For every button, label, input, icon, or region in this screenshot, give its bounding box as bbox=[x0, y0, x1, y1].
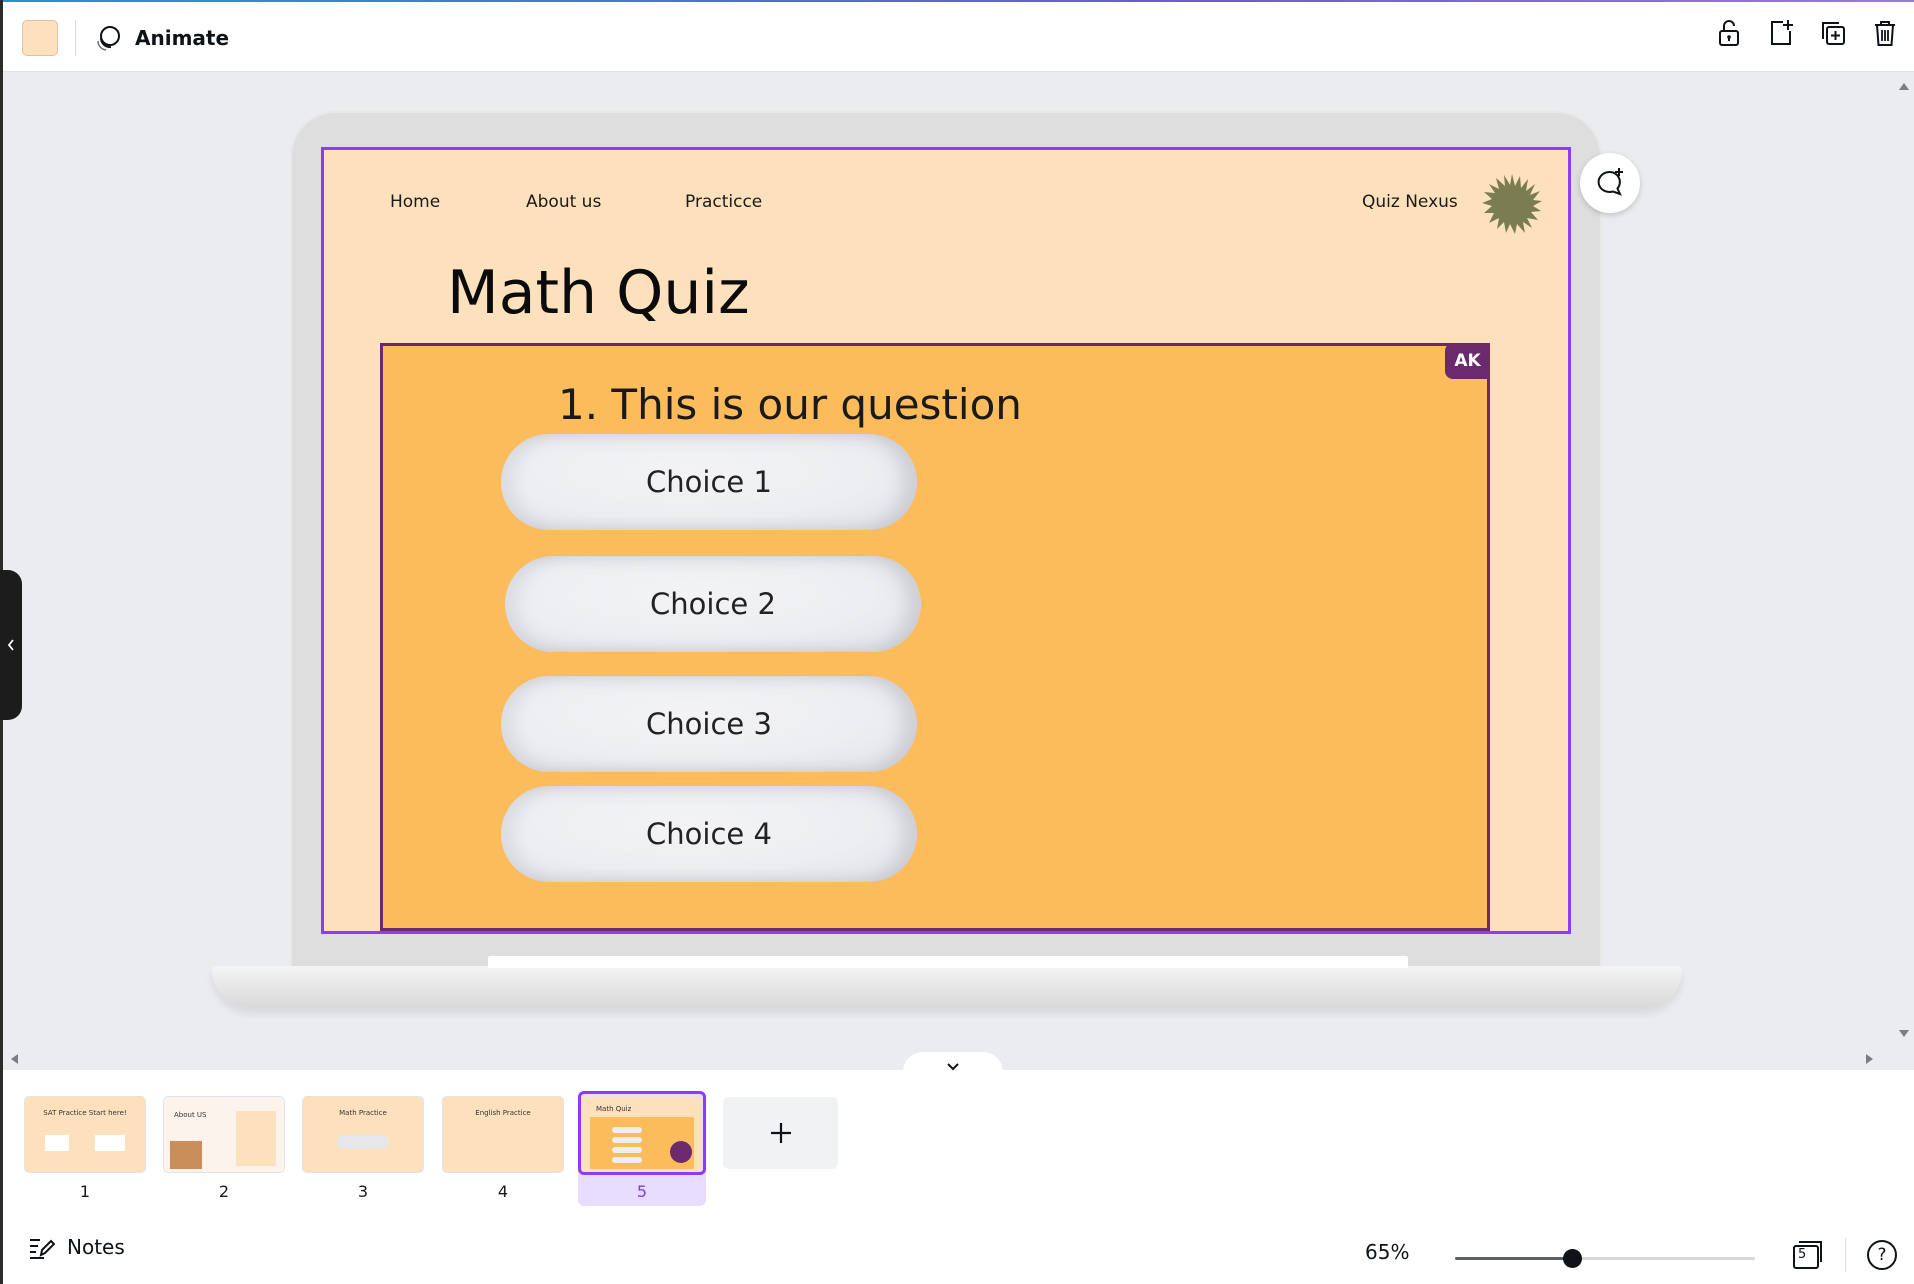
page-count-button[interactable]: 5 bbox=[1791, 1239, 1825, 1271]
add-page-button[interactable] bbox=[723, 1097, 838, 1169]
vertical-scrollbar[interactable] bbox=[1893, 73, 1914, 1045]
page-number-4: 4 bbox=[497, 1182, 509, 1201]
quiz-panel[interactable]: AK 1. This is our question Choice 1 Choi… bbox=[380, 343, 1490, 931]
zoom-level[interactable]: 65% bbox=[1365, 1240, 1409, 1264]
nav-about-us[interactable]: About us bbox=[526, 192, 601, 212]
thumbnail-card bbox=[45, 1135, 69, 1151]
animate-button[interactable]: Animate bbox=[95, 18, 229, 58]
editor-footer: Notes 65% 5 ? bbox=[3, 1220, 1914, 1284]
help-button[interactable]: ? bbox=[1867, 1240, 1897, 1270]
page-thumbnail-4[interactable]: English Practice bbox=[443, 1097, 563, 1172]
thumbnail-image bbox=[170, 1141, 202, 1169]
animate-label: Animate bbox=[135, 26, 230, 50]
duplicate-icon[interactable] bbox=[1816, 16, 1850, 50]
unlock-icon[interactable] bbox=[1712, 16, 1746, 50]
brand-name: Quiz Nexus bbox=[1362, 192, 1458, 212]
nav-practice[interactable]: Practicce bbox=[685, 192, 762, 212]
chevron-left-icon bbox=[7, 639, 14, 651]
thumbnail-title: SAT Practice Start here! bbox=[43, 1109, 127, 1117]
page-thumbnail-2[interactable]: About US bbox=[164, 1097, 284, 1172]
thumbnail-card bbox=[95, 1135, 125, 1151]
plus-icon bbox=[770, 1123, 791, 1143]
background-color-swatch[interactable] bbox=[22, 20, 58, 56]
zoom-slider-handle[interactable] bbox=[1563, 1249, 1582, 1268]
selected-page-border bbox=[578, 1091, 706, 1175]
choice-2-button[interactable]: Choice 2 bbox=[505, 556, 921, 652]
laptop-mockup-base bbox=[212, 966, 1682, 1008]
notes-button[interactable]: Notes bbox=[27, 1234, 125, 1260]
notes-label: Notes bbox=[67, 1235, 125, 1259]
question-text: 1. This is our question bbox=[558, 380, 1022, 429]
page-thumbnail-3[interactable]: Math Practice bbox=[303, 1097, 423, 1172]
app-window: Animate Home About us Practicce Quiz Nex… bbox=[0, 0, 1914, 1284]
page-thumbnail-1[interactable]: SAT Practice Start here! bbox=[25, 1097, 145, 1172]
editor-toolbar: Animate bbox=[3, 2, 1914, 72]
nav-home[interactable]: Home bbox=[390, 192, 440, 212]
design-page[interactable]: Home About us Practicce Quiz Nexus Math … bbox=[321, 147, 1571, 934]
collaborator-badge: AK bbox=[1445, 343, 1490, 379]
zoom-slider[interactable] bbox=[1455, 1249, 1755, 1268]
animate-icon bbox=[97, 26, 120, 51]
toolbar-separator bbox=[75, 20, 76, 56]
add-comment-button[interactable] bbox=[1580, 153, 1640, 213]
comment-add-icon bbox=[1597, 168, 1623, 196]
page-number-1: 1 bbox=[79, 1182, 91, 1201]
choice-4-button[interactable]: Choice 4 bbox=[501, 786, 917, 882]
thumbnail-column bbox=[236, 1111, 276, 1166]
footer-separator bbox=[1845, 1238, 1846, 1272]
scroll-left-arrow[interactable] bbox=[11, 1054, 18, 1064]
thumbnail-title: Math Practice bbox=[339, 1109, 387, 1117]
collapse-side-panel-button[interactable] bbox=[0, 570, 22, 720]
zoom-slider-fill bbox=[1455, 1257, 1572, 1260]
laptop-mockup-notch bbox=[488, 956, 1408, 968]
choice-3-button[interactable]: Choice 3 bbox=[501, 676, 917, 772]
thumbnail-title: English Practice bbox=[475, 1109, 531, 1117]
page-number-3: 3 bbox=[357, 1182, 369, 1201]
scroll-down-arrow[interactable] bbox=[1899, 1030, 1909, 1037]
pages-panel bbox=[3, 1070, 1914, 1220]
scroll-right-arrow[interactable] bbox=[1866, 1054, 1873, 1064]
add-page-icon[interactable] bbox=[1764, 16, 1798, 50]
sun-logo-icon bbox=[1482, 174, 1542, 234]
thumbnail-button bbox=[337, 1135, 389, 1149]
page-title: Math Quiz bbox=[447, 258, 750, 328]
notes-icon bbox=[30, 1239, 55, 1259]
trash-icon[interactable] bbox=[1868, 16, 1902, 50]
page-count: 5 bbox=[1798, 1247, 1807, 1262]
page-number-2: 2 bbox=[218, 1182, 230, 1201]
toolbar-actions bbox=[1712, 16, 1902, 50]
chevron-down-icon bbox=[947, 1063, 959, 1071]
toggle-pages-panel-button[interactable] bbox=[903, 1052, 1003, 1072]
choice-1-button[interactable]: Choice 1 bbox=[501, 434, 917, 530]
pages-grid-icon bbox=[1793, 1241, 1822, 1269]
scroll-up-arrow[interactable] bbox=[1899, 83, 1909, 90]
page-number-5: 5 bbox=[636, 1182, 648, 1201]
